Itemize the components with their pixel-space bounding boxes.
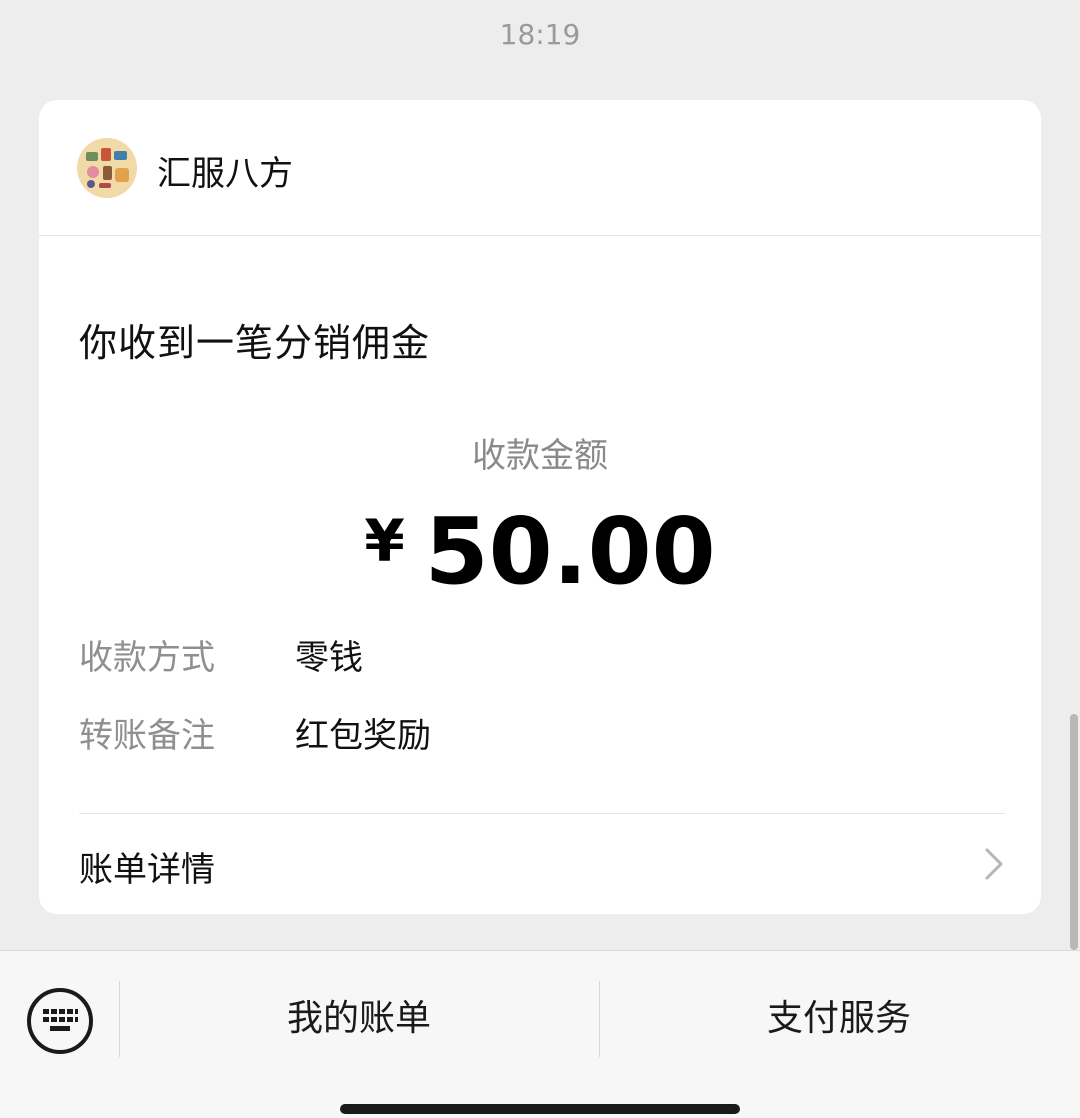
detail-row-payment-method: 收款方式 零钱 xyxy=(79,630,999,680)
notice-title: 你收到一笔分销佣金 xyxy=(79,321,431,365)
chevron-right-icon xyxy=(985,848,1003,880)
home-indicator[interactable] xyxy=(340,1104,740,1114)
amount-display: ¥50.00 xyxy=(39,498,1041,605)
message-timestamp: 18:19 xyxy=(499,18,581,51)
card-header[interactable]: 汇服八方 xyxy=(39,100,1041,236)
my-bill-button[interactable]: 我的账单 xyxy=(119,981,599,1057)
pay-service-button[interactable]: 支付服务 xyxy=(599,981,1079,1057)
chat-screen: 18:19 汇服八方 你收到一笔分销佣金 收款金额 ¥ 50.00 收款方式 零… xyxy=(0,0,1080,1118)
merchant-avatar[interactable] xyxy=(77,138,137,198)
currency-symbol: ¥ xyxy=(364,507,405,575)
merchant-name[interactable]: 汇服八方 xyxy=(157,146,293,195)
detail-value: 红包奖励 xyxy=(295,716,431,756)
bill-details-label: 账单详情 xyxy=(79,850,215,890)
payment-notification-card[interactable]: 汇服八方 你收到一笔分销佣金 收款金额 ¥50.00 收款方式 零钱 转账备注 … xyxy=(39,100,1041,914)
detail-row-transfer-note: 转账备注 红包奖励 xyxy=(79,708,999,758)
amount-value: 50.00 xyxy=(424,498,716,605)
scrollbar[interactable] xyxy=(1070,714,1078,950)
detail-key: 收款方式 xyxy=(79,638,215,678)
amount-label: 收款金额 xyxy=(472,436,608,476)
detail-key: 转账备注 xyxy=(79,716,215,756)
keyboard-icon[interactable] xyxy=(26,987,94,1055)
detail-value: 零钱 xyxy=(295,638,363,678)
bill-details-link[interactable]: 账单详情 xyxy=(39,814,1041,914)
bottom-menu-bar: 我的账单 支付服务 xyxy=(0,950,1080,1118)
merchant-avatar-image xyxy=(77,138,137,198)
